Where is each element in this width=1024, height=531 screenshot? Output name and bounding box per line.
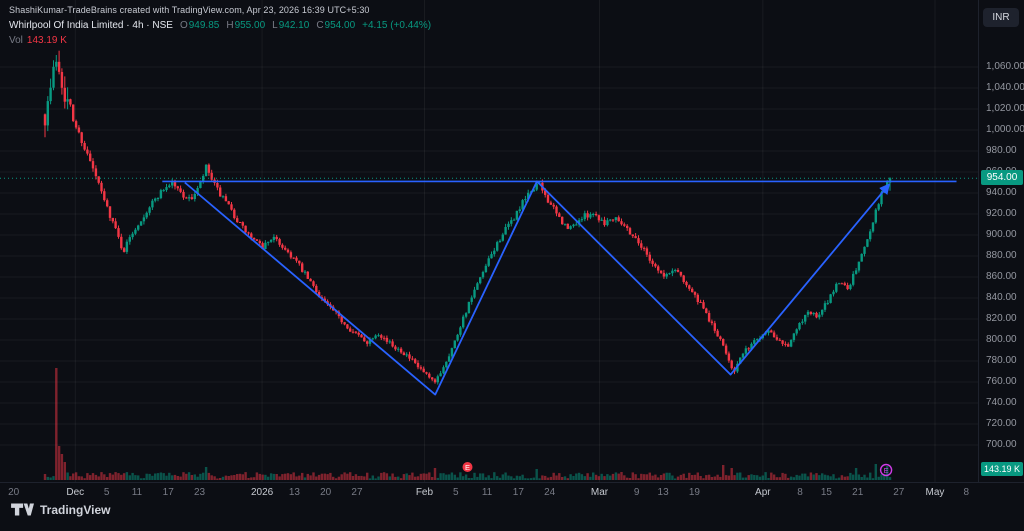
time-tick-label: 20	[320, 487, 331, 498]
volume-axis-badge: 143.19 K	[981, 462, 1023, 476]
price-tick-label: 780.00	[986, 355, 1017, 367]
time-tick-label: 13	[289, 487, 300, 498]
price-tick-label: 900.00	[986, 229, 1017, 241]
time-tick-label: 2026	[251, 487, 273, 498]
ohlc-field-label: C	[316, 20, 323, 31]
currency-button[interactable]: INR	[983, 8, 1019, 27]
time-tick-label: 17	[513, 487, 524, 498]
time-tick-label: 27	[893, 487, 904, 498]
price-tick-label: 760.00	[986, 376, 1017, 388]
svg-text:E: E	[884, 466, 889, 475]
price-tick-label: 920.00	[986, 208, 1017, 220]
price-tick-label: 820.00	[986, 313, 1017, 325]
time-tick-label: Dec	[66, 487, 84, 498]
svg-text:E: E	[465, 463, 470, 472]
tradingview-logo[interactable]: TradingView	[10, 502, 110, 517]
price-axis[interactable]: INR 954.00 143.19 K 1,060.00 1,040.00 1,02…	[978, 0, 1024, 482]
price-tick-label: 940.00	[986, 187, 1017, 199]
time-tick-label: Mar	[591, 487, 608, 498]
time-tick-label: 11	[132, 487, 142, 498]
ohlc-values: O949.85 H955.00 L942.10 C954.00	[173, 20, 355, 31]
volume-value: 143.19 K	[27, 35, 67, 46]
price-tick-label: 700.00	[986, 439, 1017, 451]
ohlc-field-label: H	[226, 20, 233, 31]
ohlc-field-value: 955.00	[235, 20, 266, 31]
symbol-title: Whirlpool Of India Limited · 4h · NSE	[9, 20, 173, 31]
ohlc-field-label: L	[272, 20, 278, 31]
price-tick-label: 840.00	[986, 292, 1017, 304]
ohlc-field-label: O	[180, 20, 188, 31]
ohlc-field-value: 949.85	[189, 20, 220, 31]
time-tick-label: 5	[104, 487, 110, 498]
time-tick-label: 5	[453, 487, 459, 498]
price-tick-label: 1,020.00	[986, 103, 1024, 115]
price-tick-label: 1,060.00	[986, 61, 1024, 73]
tradingview-logo-icon	[10, 502, 34, 517]
time-tick-label: 9	[634, 487, 640, 498]
time-tick-label: Feb	[416, 487, 433, 498]
time-tick-label: 8	[797, 487, 803, 498]
price-tick-label: 800.00	[986, 334, 1017, 346]
time-tick-label: 8	[963, 487, 969, 498]
time-tick-label: May	[926, 487, 945, 498]
attribution-text: ShashiKumar-TradeBrains created with Tra…	[9, 5, 431, 15]
ohlc-field-value: 954.00	[325, 20, 356, 31]
time-tick-label: 19	[689, 487, 700, 498]
time-tick-label: 24	[544, 487, 555, 498]
price-tick-label: 880.00	[986, 250, 1017, 262]
last-price-badge: 954.00	[981, 170, 1023, 185]
candlestick-chart: EE	[0, 0, 978, 482]
chart-plot-area[interactable]: EE ShashiKumar-TradeBrains created with …	[0, 0, 978, 482]
tradingview-chart-window: EE ShashiKumar-TradeBrains created with …	[0, 0, 1024, 531]
time-tick-label: 11	[482, 487, 492, 498]
time-tick-label: 23	[194, 487, 205, 498]
time-tick-label: 20	[8, 487, 19, 498]
price-tick-label: 860.00	[986, 271, 1017, 283]
volume-label: Vol	[9, 35, 23, 46]
ohlc-field-value: 942.10	[279, 20, 310, 31]
volume-line: Vol 143.19 K	[9, 35, 431, 46]
price-tick-label: 740.00	[986, 397, 1017, 409]
symbol-line: Whirlpool Of India Limited · 4h · NSEO94…	[9, 20, 431, 31]
price-tick-label: 720.00	[986, 418, 1017, 430]
time-tick-label: 13	[658, 487, 669, 498]
chart-legend: ShashiKumar-TradeBrains created with Tra…	[9, 5, 431, 46]
tradingview-logo-text: TradingView	[40, 503, 110, 517]
time-tick-label: 17	[163, 487, 174, 498]
time-tick-label: 21	[852, 487, 863, 498]
price-tick-label: 980.00	[986, 145, 1017, 157]
time-axis[interactable]: 20 Dec 5 11 17 23 2026 13 20 27 Feb 5 11 17 24 Mar 9 13 19…	[0, 482, 1024, 502]
time-tick-label: Apr	[755, 487, 771, 498]
time-tick-label: 27	[351, 487, 362, 498]
price-change: +4.15 (+0.44%)	[362, 20, 431, 31]
price-tick-label: 1,040.00	[986, 82, 1024, 94]
time-tick-label: 15	[821, 487, 832, 498]
price-tick-label: 1,000.00	[986, 124, 1024, 136]
